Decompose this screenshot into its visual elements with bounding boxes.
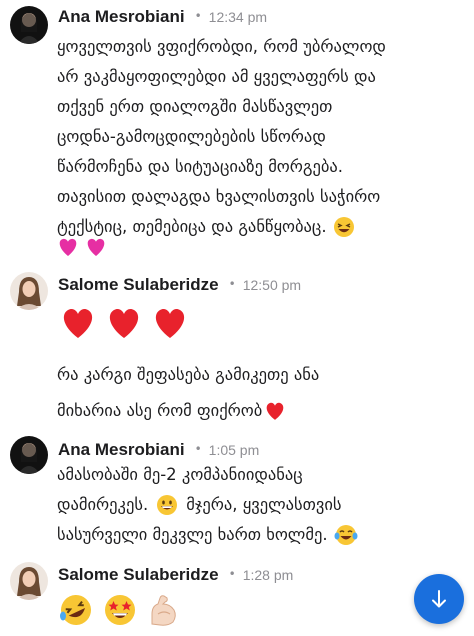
red-heart-icon: [63, 308, 93, 338]
timestamp: 12:50 pm: [242, 277, 302, 293]
message-header: Ana Mesrobiani • 12:34 pm: [58, 7, 267, 27]
message-line: დამირეკეს. მჯერა, ყველასთვის: [57, 490, 358, 520]
timestamp: 1:05 pm: [208, 442, 260, 458]
separator: •: [228, 567, 236, 581]
message-line: ყოველთვის ვფიქრობდი, რომ უბრალოდ: [57, 37, 386, 56]
grinning-face-icon: [157, 495, 178, 515]
avatar-ana[interactable]: [10, 436, 48, 474]
red-heart-icon: [109, 308, 139, 338]
message-line: სასურველი მეკვლე ხართ ხოლმე.: [57, 520, 358, 550]
arrow-down-icon: [432, 590, 446, 608]
message-line: მიხარია ასე რომ ფიქრობ: [57, 396, 286, 426]
message-line-text: მიხარია ასე რომ ფიქრობ: [57, 401, 263, 420]
red-heart-icon: [155, 308, 185, 338]
message-text: რა კარგი შეფასება გამიკეთე ანა: [57, 360, 319, 390]
timestamp: 12:34 pm: [208, 9, 268, 25]
emoji-row: [60, 306, 188, 340]
pink-hearts-icon: [87, 238, 105, 256]
rofl-face-icon: [60, 595, 91, 625]
message-line: ამასობაში მე-2 კომპანიიდანაც: [57, 465, 303, 484]
separator: •: [194, 9, 202, 23]
avatar-salome[interactable]: [10, 272, 48, 310]
author-name[interactable]: Salome Sulaberidze: [58, 565, 219, 585]
message-line: არ ვაკმაყოფილებდი ამ ყველაფერს და: [57, 67, 376, 86]
timestamp: 1:28 pm: [242, 567, 294, 583]
message-line: ცოდნა-გამოცდილებების სწორად: [57, 127, 326, 146]
message-text: ყოველთვის ვფიქრობდი, რომ უბრალოდ არ ვაკმ…: [57, 32, 386, 242]
message-header: Salome Sulaberidze • 1:28 pm: [58, 565, 293, 585]
message-line: თავისით დალაგდა ხვალისთვის საჭირო: [57, 187, 381, 206]
emoji-row: [57, 236, 107, 258]
pink-hearts-icon: [59, 238, 77, 256]
message-text: მიხარია ასე რომ ფიქრობ: [57, 396, 286, 426]
message-line: რა კარგი შეფასება გამიკეთე ანა: [57, 365, 320, 384]
separator: •: [228, 277, 236, 291]
red-heart-icon: [267, 402, 284, 420]
author-name[interactable]: Ana Mesrobiani: [58, 7, 185, 27]
message-line-text: სასურველი მეკვლე ხართ ხოლმე.: [57, 525, 328, 544]
message-line-text: დამირეკეს.: [57, 495, 149, 514]
flexed-biceps-icon: [151, 595, 176, 626]
author-name[interactable]: Salome Sulaberidze: [58, 275, 219, 295]
star-struck-face-icon: [105, 595, 135, 625]
message-text: ამასობაში მე-2 კომპანიიდანაც დამირეკეს. …: [57, 460, 358, 550]
emoji-row: [58, 592, 180, 628]
scroll-to-bottom-button[interactable]: [414, 574, 464, 624]
tears-of-joy-face-icon: [334, 525, 358, 545]
avatar-ana[interactable]: [10, 6, 48, 44]
author-name[interactable]: Ana Mesrobiani: [58, 440, 185, 460]
message-line: თქვენ ერთ დიალოგში მასწავლეთ: [57, 97, 333, 116]
message-line-text: მჯერა, ყველასთვის: [186, 495, 342, 514]
message-header: Salome Sulaberidze • 12:50 pm: [58, 275, 301, 295]
avatar-salome[interactable]: [10, 562, 48, 600]
separator: •: [194, 442, 202, 456]
message-line: წარმოჩენა და სიტუაციაზე მორგება.: [57, 157, 344, 176]
message-header: Ana Mesrobiani • 1:05 pm: [58, 440, 259, 460]
laughing-face-icon: [333, 217, 354, 237]
